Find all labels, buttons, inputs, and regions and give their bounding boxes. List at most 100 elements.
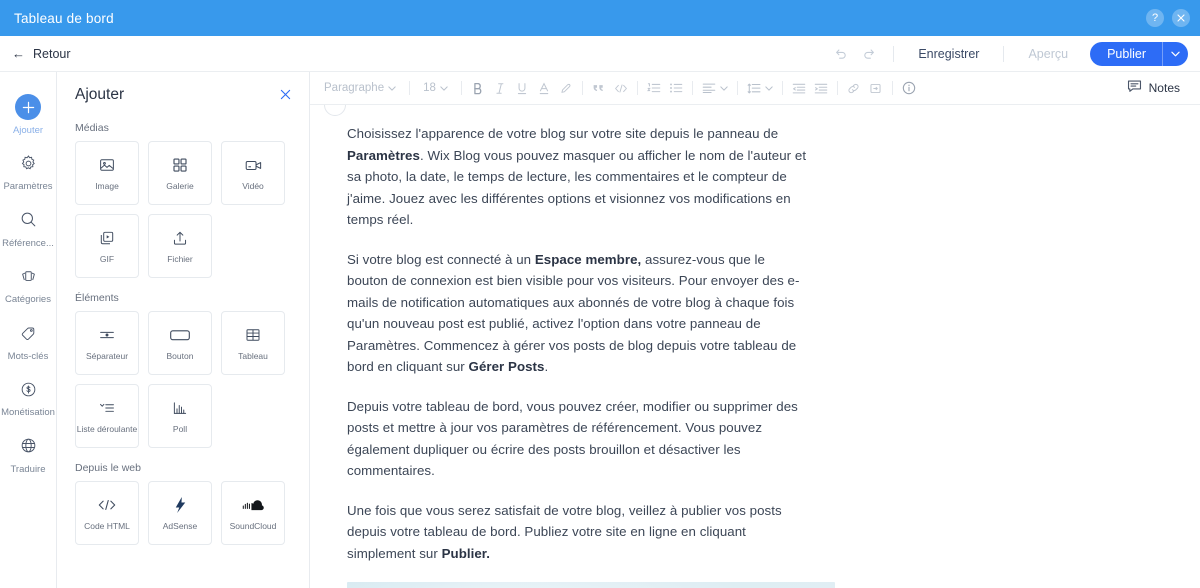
arrow-left-icon: ← [12, 46, 25, 61]
highlight-pen-icon[interactable] [555, 77, 577, 99]
redo-icon[interactable] [855, 40, 883, 68]
left-icon-rail: Ajouter Paramètres Référence... Catégori… [0, 72, 57, 588]
publish-button-group[interactable]: Publier [1090, 41, 1188, 66]
add-card-label: Galerie [166, 181, 194, 192]
preview-button[interactable]: Aperçu [1014, 47, 1082, 61]
sidebar-item-mots-cles[interactable]: Mots-clés [0, 310, 57, 366]
cards-icon [15, 263, 41, 289]
add-card-poll[interactable]: Poll [148, 384, 212, 448]
gear-icon [15, 150, 41, 176]
italic-icon[interactable] [489, 77, 511, 99]
add-panel-title: Ajouter [75, 86, 125, 103]
indent-decrease-icon[interactable] [788, 77, 810, 99]
add-card-bouton[interactable]: Bouton [148, 311, 212, 375]
bold-icon[interactable] [467, 77, 489, 99]
image-icon [98, 155, 116, 175]
add-card-code-html[interactable]: Code HTML [75, 481, 139, 545]
indent-increase-icon[interactable] [810, 77, 832, 99]
action-bar-right-group: Enregistrer Aperçu Publier [827, 40, 1188, 68]
align-left-icon [702, 83, 716, 93]
underline-icon[interactable] [511, 77, 533, 99]
code-brackets-icon [97, 495, 117, 515]
code-block-icon[interactable] [610, 77, 632, 99]
table-icon [244, 325, 262, 345]
editor-action-bar: ← Retour Enregistrer Aperçu Publier [0, 36, 1200, 72]
add-card-label: GIF [99, 254, 115, 265]
add-card-separateur[interactable]: Séparateur [75, 311, 139, 375]
chevron-down-icon [388, 85, 396, 91]
add-card-label: Image [95, 181, 119, 192]
sidebar-item-parametres[interactable]: Paramètres [0, 140, 57, 196]
toolbar-divider [691, 81, 693, 95]
add-card-label: Tableau [238, 351, 268, 362]
soundcloud-cloud-icon [242, 495, 264, 515]
info-icon[interactable] [898, 77, 920, 99]
photo-woman-with-camera [347, 582, 835, 588]
back-button[interactable]: ← Retour [12, 47, 71, 61]
add-panel-header: Ajouter [75, 86, 291, 104]
align-select[interactable] [698, 83, 732, 94]
add-card-label: SoundCloud [229, 521, 277, 532]
publish-button[interactable]: Publier [1090, 47, 1162, 61]
line-spacing-select[interactable] [743, 82, 777, 94]
upload-file-icon [171, 228, 189, 248]
add-card-soundcloud[interactable]: SoundCloud [221, 481, 285, 545]
close-icon[interactable] [1172, 9, 1190, 27]
add-card-galerie[interactable]: Galerie [148, 141, 212, 205]
elements-card-grid: Séparateur Bouton Tableau Liste déroulan… [75, 311, 291, 448]
sidebar-item-categories[interactable]: Catégories [0, 253, 57, 309]
add-card-tableau[interactable]: Tableau [221, 311, 285, 375]
sidebar-item-referencement[interactable]: Référence... [0, 197, 57, 253]
add-card-label: Fichier [167, 254, 193, 265]
sidebar-item-label: Monétisation [1, 408, 55, 419]
add-panel: Ajouter Médias Image Galerie Vidéo GIF F… [57, 72, 310, 588]
sidebar-item-traduire[interactable]: Traduire [0, 423, 57, 479]
anchor-icon[interactable] [865, 77, 887, 99]
chevron-down-icon [440, 85, 448, 91]
group-title-elements: Éléments [75, 292, 119, 304]
app-root: Tableau de bord ? ← Retour Enregistrer A… [0, 0, 1200, 588]
dollar-circle-icon [15, 376, 41, 402]
editor-scroll-area[interactable]: Choisissez l'apparence de votre blog sur… [310, 105, 1200, 588]
save-button[interactable]: Enregistrer [904, 47, 993, 61]
sidebar-item-ajouter[interactable]: Ajouter [0, 84, 57, 140]
font-size-select[interactable]: 18 [415, 82, 456, 94]
window-controls: ? [1146, 0, 1190, 36]
group-title-depuis-le-web: Depuis le web [75, 462, 141, 474]
sidebar-item-monetisation[interactable]: Monétisation [0, 366, 57, 422]
add-card-adsense[interactable]: AdSense [148, 481, 212, 545]
post-document[interactable]: Choisissez l'apparence de votre blog sur… [310, 105, 835, 588]
sidebar-item-label: Mots-clés [7, 351, 49, 362]
link-icon[interactable] [843, 77, 865, 99]
toolbar-divider [893, 45, 895, 62]
add-card-fichier[interactable]: Fichier [148, 214, 212, 278]
paragraph-style-select[interactable]: Paragraphe [316, 82, 404, 94]
add-card-video[interactable]: Vidéo [221, 141, 285, 205]
line-spacing-icon [747, 82, 761, 94]
text-color-icon[interactable] [533, 77, 555, 99]
close-icon[interactable] [280, 88, 291, 102]
notes-button[interactable]: Notes [1127, 79, 1194, 98]
bullet-list-icon[interactable] [665, 77, 687, 99]
toolbar-divider [891, 81, 893, 95]
add-card-label: Vidéo [242, 181, 264, 192]
sidebar-item-label: Traduire [10, 464, 46, 475]
button-icon [169, 325, 191, 345]
sidebar-item-label: Ajouter [12, 126, 44, 136]
notes-label: Notes [1148, 81, 1180, 95]
document-paragraph: Depuis votre tableau de bord, vous pouve… [347, 398, 798, 479]
font-size-value: 18 [423, 82, 436, 94]
add-card-label: Séparateur [85, 351, 129, 362]
notes-icon [1127, 79, 1142, 98]
help-question-icon[interactable]: ? [1146, 9, 1164, 27]
web-card-grid: Code HTML AdSense SoundCloud [75, 481, 291, 545]
add-card-gif[interactable]: GIF [75, 214, 139, 278]
publish-dropdown-button[interactable] [1163, 51, 1188, 57]
add-card-liste-deroulante[interactable]: Liste déroulante [75, 384, 139, 448]
ordered-list-icon[interactable] [643, 77, 665, 99]
document-image[interactable] [347, 582, 835, 588]
toolbar-divider [460, 81, 462, 95]
blockquote-icon[interactable] [588, 77, 610, 99]
add-card-image[interactable]: Image [75, 141, 139, 205]
undo-icon[interactable] [827, 40, 855, 68]
